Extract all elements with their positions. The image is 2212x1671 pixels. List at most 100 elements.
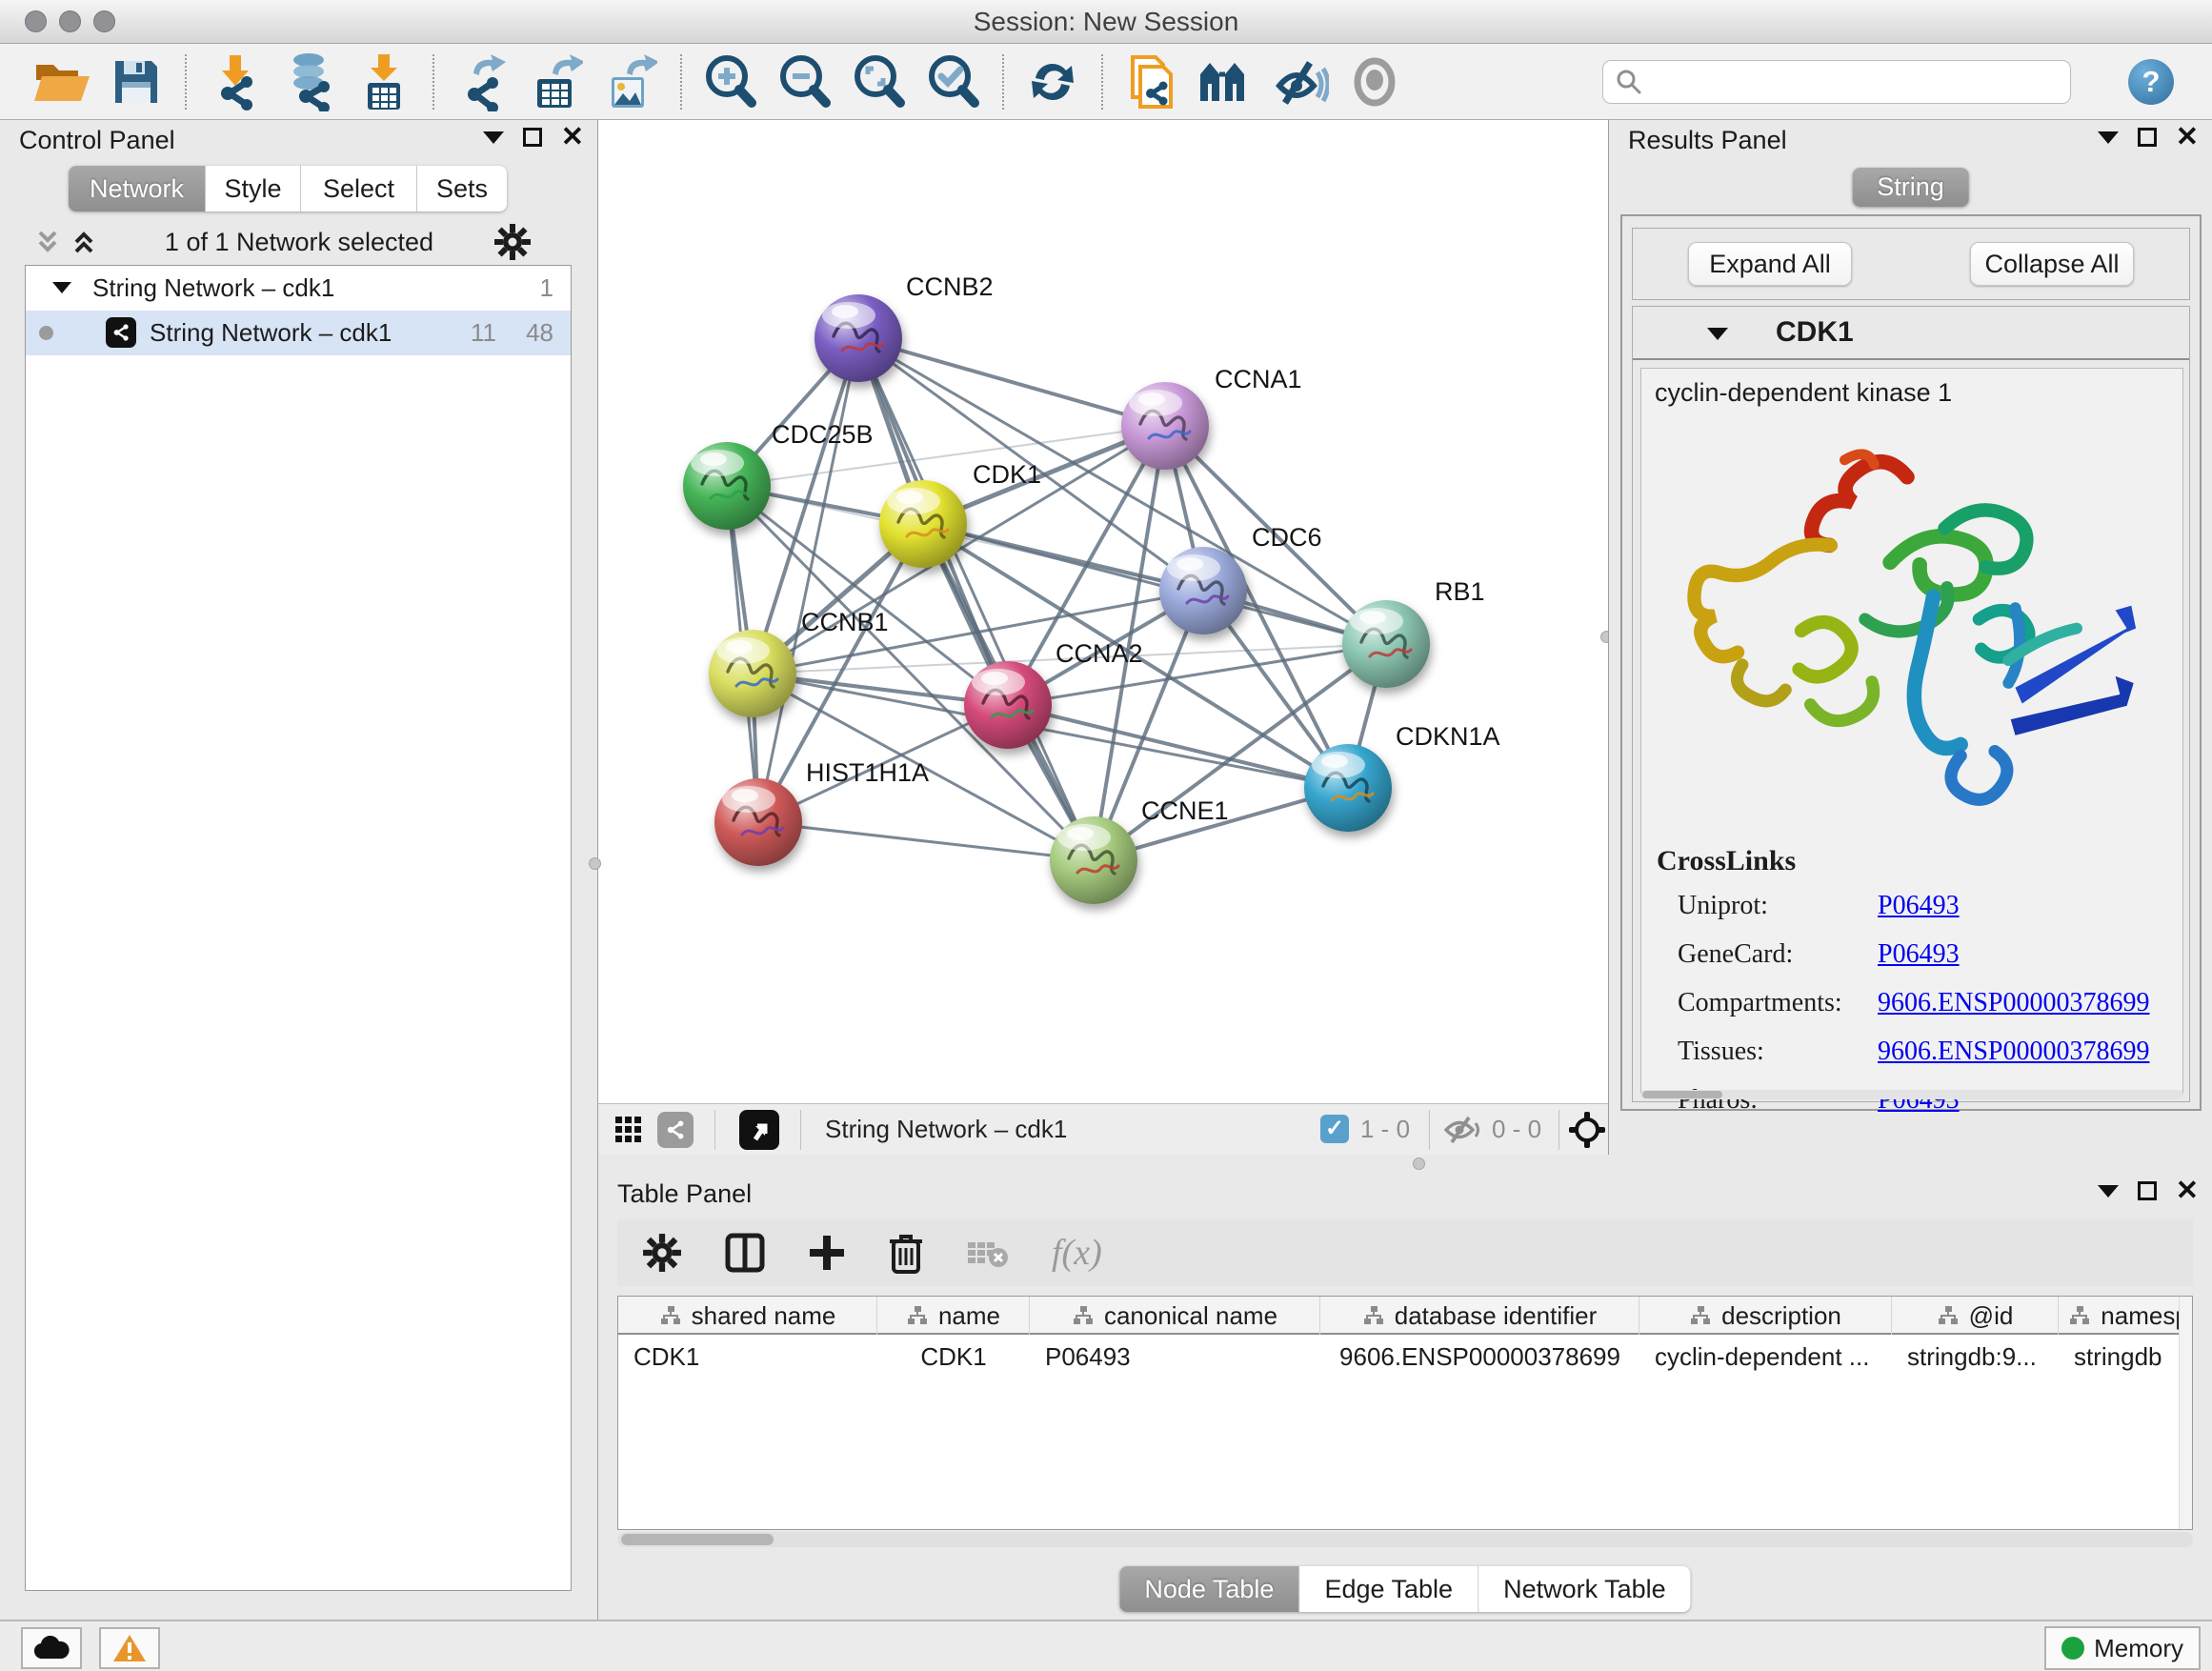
network-from-selection-icon xyxy=(1125,51,1178,112)
node-RB1[interactable]: RB1 xyxy=(1342,577,1485,688)
export-network-button[interactable] xyxy=(446,50,520,113)
edge-CCNB2-HIST1H1A[interactable] xyxy=(758,338,858,822)
column-header-canonical-name[interactable]: canonical name xyxy=(1030,1297,1320,1335)
column-header-database-identifier[interactable]: database identifier xyxy=(1320,1297,1639,1335)
panel-menu-icon[interactable] xyxy=(483,131,504,144)
table-row[interactable]: CDK1CDK1P064939606.ENSP00000378699cyclin… xyxy=(618,1337,2193,1377)
memory-button[interactable]: Memory xyxy=(2044,1626,2201,1670)
float-panel-icon[interactable] xyxy=(523,128,542,147)
table-cell[interactable]: stringdb xyxy=(2059,1337,2193,1377)
horizontal-splitter[interactable] xyxy=(598,1155,2212,1174)
close-panel-icon[interactable]: ✕ xyxy=(2176,128,2199,147)
warnings-button[interactable] xyxy=(99,1627,160,1669)
open-session-button[interactable] xyxy=(25,50,99,113)
cloud-status-button[interactable] xyxy=(21,1627,82,1669)
vertical-splitter-handle[interactable] xyxy=(589,857,601,870)
zoom-fit-button[interactable] xyxy=(842,50,916,113)
table-horizontal-scrollbar[interactable] xyxy=(617,1532,2193,1547)
crosshair-icon[interactable] xyxy=(1568,1111,1606,1149)
results-horizontal-scrollbar[interactable] xyxy=(1640,1090,2183,1099)
first-neighbors-button[interactable] xyxy=(1189,50,1263,113)
crosslink-link[interactable]: P06493 xyxy=(1878,891,1960,921)
search-input[interactable] xyxy=(1643,63,2059,101)
tab-style[interactable]: Style xyxy=(206,166,301,211)
current-network-name: String Network – cdk1 xyxy=(825,1115,1067,1144)
collection-expand-icon[interactable] xyxy=(52,282,71,293)
column-header-shared-name[interactable]: shared name xyxy=(618,1297,877,1335)
window-title: Session: New Session xyxy=(0,0,2212,44)
refresh-layout-button[interactable] xyxy=(1016,50,1090,113)
hidden-eye-icon[interactable] xyxy=(1442,1116,1482,1144)
save-session-button[interactable] xyxy=(99,50,173,113)
column-header-description[interactable]: description xyxy=(1639,1297,1892,1335)
import-network-database-button[interactable] xyxy=(272,50,347,113)
tab-network[interactable]: Network xyxy=(69,166,206,211)
float-panel-icon[interactable] xyxy=(2138,128,2157,147)
import-network-file-button[interactable] xyxy=(198,50,272,113)
hide-selected-button[interactable] xyxy=(1263,50,1337,113)
delete-column-trash-icon[interactable] xyxy=(888,1232,924,1274)
close-panel-icon[interactable]: ✕ xyxy=(561,128,584,147)
collapse-gene-icon[interactable] xyxy=(1707,328,1728,340)
tab-select[interactable]: Select xyxy=(301,166,417,211)
gene-card-header[interactable]: CDK1 xyxy=(1633,307,2189,360)
tab-edge-table[interactable]: Edge Table xyxy=(1299,1566,1478,1612)
network-overview-toggle[interactable] xyxy=(657,1112,694,1148)
birdseye-view-button[interactable] xyxy=(739,1110,779,1150)
tab-network-table[interactable]: Network Table xyxy=(1478,1566,1691,1612)
node-CDKN1A[interactable]: CDKN1A xyxy=(1304,722,1500,832)
table-cell[interactable]: 9606.ENSP00000378699 xyxy=(1320,1337,1639,1377)
table-cell[interactable]: CDK1 xyxy=(877,1337,1030,1377)
show-columns-icon[interactable] xyxy=(724,1232,766,1274)
selected-nodes-checkbox[interactable]: ✓ xyxy=(1320,1115,1349,1143)
column-header-namespace[interactable]: namespace xyxy=(2059,1297,2193,1335)
add-column-icon[interactable] xyxy=(808,1234,846,1272)
network-canvas[interactable]: CCNB2CCNA1CDC25BCDK1CDC6RB1CCNB1CCNA2CDK… xyxy=(598,120,1608,1103)
column-header-name[interactable]: name xyxy=(877,1297,1030,1335)
tab-sets[interactable]: Sets xyxy=(417,166,507,211)
table-options-gear-icon[interactable] xyxy=(642,1233,682,1273)
table-cell[interactable]: cyclin-dependent ... xyxy=(1639,1337,1892,1377)
function-builder-icon[interactable]: f(x) xyxy=(1052,1232,1102,1274)
node-CCNA1[interactable]: CCNA1 xyxy=(1121,365,1302,470)
edge-HIST1H1A-CCNE1[interactable] xyxy=(758,822,1094,860)
delete-table-icon[interactable] xyxy=(966,1237,1010,1269)
table-panel-title: Table Panel xyxy=(617,1179,752,1209)
table-vertical-scrollbar[interactable] xyxy=(2179,1297,2192,1530)
close-panel-icon[interactable]: ✕ xyxy=(2176,1181,2199,1200)
export-image-button[interactable] xyxy=(594,50,669,113)
crosslink-link[interactable]: P06493 xyxy=(1878,939,1960,970)
zoom-selected-button[interactable] xyxy=(916,50,991,113)
help-button[interactable]: ? xyxy=(2128,59,2174,105)
network-options-gear-icon[interactable] xyxy=(493,223,532,261)
crosslink-link[interactable]: 9606.ENSP00000378699 xyxy=(1878,988,2149,1018)
zoom-in-button[interactable] xyxy=(694,50,768,113)
node-CDC25B[interactable]: CDC25B xyxy=(683,420,874,530)
panel-menu-icon[interactable] xyxy=(2098,1185,2119,1198)
show-all-button[interactable] xyxy=(1337,50,1412,113)
table-cell[interactable]: P06493 xyxy=(1030,1337,1320,1377)
network-collection-row[interactable]: String Network – cdk1 1 xyxy=(26,266,571,311)
table-cell[interactable]: stringdb:9... xyxy=(1892,1337,2059,1377)
table-cell[interactable]: CDK1 xyxy=(618,1337,877,1377)
crosslink-link[interactable]: 9606.ENSP00000378699 xyxy=(1878,1037,2149,1067)
tab-node-table[interactable]: Node Table xyxy=(1119,1566,1299,1612)
expand-all-button[interactable]: Expand All xyxy=(1688,242,1852,286)
edge-CCNB2-CCNA1[interactable] xyxy=(858,338,1165,426)
panel-menu-icon[interactable] xyxy=(2098,131,2119,144)
collapse-all-button[interactable]: Collapse All xyxy=(1970,242,2134,286)
column-label: description xyxy=(1721,1301,1841,1331)
node-CCNE1[interactable]: CCNE1 xyxy=(1050,796,1229,904)
import-table-button[interactable] xyxy=(347,50,421,113)
tab-string[interactable]: String xyxy=(1852,168,1969,207)
new-network-from-selection-button[interactable] xyxy=(1115,50,1189,113)
grid-view-icon[interactable] xyxy=(615,1117,644,1145)
horizontal-splitter-handle[interactable] xyxy=(1413,1158,1425,1170)
node-HIST1H1A[interactable]: HIST1H1A xyxy=(714,758,929,866)
column-header--id[interactable]: @id xyxy=(1892,1297,2059,1335)
footer-separator xyxy=(1558,1110,1559,1150)
export-table-button[interactable] xyxy=(520,50,594,113)
zoom-out-button[interactable] xyxy=(768,50,842,113)
network-row[interactable]: String Network – cdk1 11 48 xyxy=(26,311,571,355)
float-panel-icon[interactable] xyxy=(2138,1181,2157,1200)
